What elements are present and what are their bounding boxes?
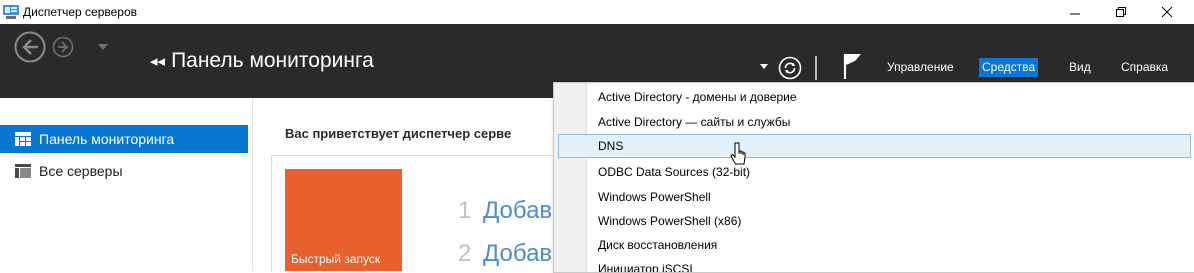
minimize-icon	[1070, 13, 1080, 15]
forward-arrow-icon[interactable]	[52, 36, 74, 58]
sidebar: Панель мониторинга Все серверы	[0, 98, 253, 271]
menu-item-label: Windows PowerShell	[598, 190, 711, 204]
step-number: 1	[458, 197, 472, 224]
quick-start-tile[interactable]: Быстрый запуск	[285, 169, 402, 271]
server-manager-icon	[3, 5, 19, 19]
menu-item-ad-domains[interactable]: Active Directory - домены и доверие	[558, 85, 1189, 109]
tools-dropdown-menu: Active Directory - домены и доверие Acti…	[553, 82, 1194, 273]
breadcrumb-chevron-icon: ◂◂	[150, 53, 166, 70]
menu-help[interactable]: Справка	[1118, 58, 1171, 77]
close-button[interactable]	[1144, 0, 1190, 24]
notifications-flag-icon[interactable]	[843, 53, 863, 79]
quick-start-label: Быстрый запуск	[291, 252, 381, 266]
servers-icon	[15, 164, 31, 178]
sidebar-item-label: Все серверы	[39, 163, 123, 179]
header-separator	[815, 56, 817, 80]
mouse-pointer-icon	[730, 142, 746, 165]
back-arrow-icon[interactable]	[14, 31, 46, 63]
header-dropdown-icon[interactable]	[760, 64, 768, 69]
menu-item-powershell-x86[interactable]: Windows PowerShell (x86)	[558, 209, 1189, 233]
menu-item-label: Active Directory — сайты и службы	[598, 115, 791, 129]
page-title-text: Панель мониторинга	[171, 49, 374, 72]
sidebar-item-dashboard[interactable]: Панель мониторинга	[0, 125, 248, 153]
restore-icon	[1116, 7, 1126, 17]
menu-item-label: ODBC Data Sources (32-bit)	[598, 165, 751, 179]
menu-item-label: DNS	[598, 139, 624, 153]
menu-item-label: Active Directory - домены и доверие	[598, 90, 797, 104]
minimize-button[interactable]	[1052, 0, 1098, 24]
menu-manage[interactable]: Управление	[884, 58, 957, 77]
menu-item-odbc-32[interactable]: ODBC Data Sources (32-bit)	[558, 160, 1189, 184]
menu-item-label: Диск восстановления	[598, 238, 718, 252]
sidebar-item-all-servers[interactable]: Все серверы	[0, 157, 248, 185]
welcome-heading: Вас приветствует диспетчер серве	[285, 126, 512, 141]
close-icon	[1161, 6, 1173, 18]
title-bar: Диспетчер серверов	[0, 0, 1194, 24]
window-title: Диспетчер серверов	[23, 5, 138, 19]
dashboard-icon	[15, 132, 31, 146]
step-number: 2	[458, 240, 472, 267]
refresh-icon[interactable]	[778, 56, 802, 80]
menu-item-recovery-drive[interactable]: Диск восстановления	[558, 233, 1189, 257]
menu-item-label: Windows PowerShell (x86)	[598, 214, 742, 228]
menu-view[interactable]: Вид	[1066, 58, 1094, 77]
maximize-button[interactable]	[1098, 0, 1144, 24]
menu-item-ad-sites[interactable]: Active Directory — сайты и службы	[558, 110, 1189, 134]
page-title: ◂◂ Панель мониторинга	[150, 49, 374, 73]
sidebar-item-label: Панель мониторинга	[39, 131, 175, 147]
menu-item-dns[interactable]: DNS	[558, 134, 1191, 158]
menu-tools[interactable]: Средства	[979, 58, 1039, 77]
history-dropdown-icon[interactable]	[98, 44, 108, 50]
menu-item-powershell[interactable]: Windows PowerShell	[558, 185, 1189, 209]
